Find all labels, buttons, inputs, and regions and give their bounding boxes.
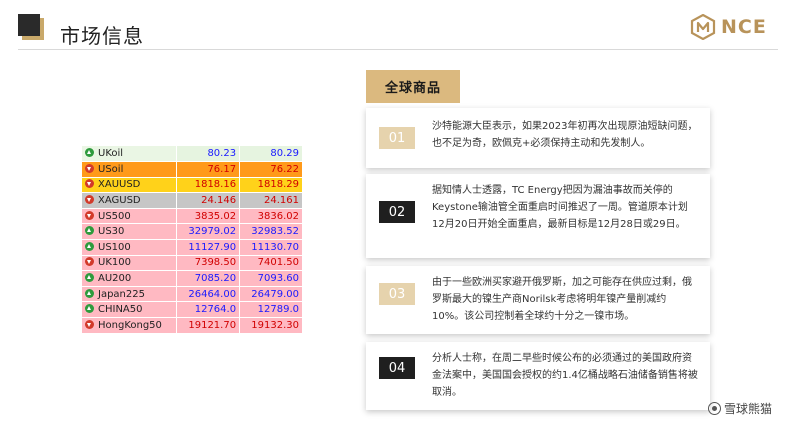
quote-symbol-label: USoil (98, 163, 124, 175)
quote-row: US30 32979.02 32983.52 (82, 223, 303, 241)
section-badge: 全球商品 (366, 70, 460, 103)
quote-bid: 24.146 (176, 192, 241, 209)
quote-symbol-label: HongKong50 (98, 319, 162, 331)
quote-ask: 1818.29 (239, 177, 303, 194)
quote-symbol: HongKong50 (82, 317, 178, 334)
quote-symbol-label: AU200 (98, 273, 132, 285)
quote-symbol-label: CHINA50 (98, 304, 143, 316)
quote-ask: 24.161 (239, 192, 303, 209)
quote-ask: 3836.02 (239, 208, 303, 225)
nce-logo-icon (690, 14, 716, 40)
arrow-up-icon (85, 148, 94, 158)
quote-ask: 76.22 (239, 161, 303, 178)
quote-symbol: CHINA50 (82, 301, 178, 319)
arrow-down-icon (85, 210, 94, 220)
quote-symbol-label: UK100 (98, 257, 131, 269)
arrow-down-icon (85, 179, 94, 189)
quote-ask: 19132.30 (239, 317, 303, 334)
quote-row: USoil 76.17 76.22 (82, 161, 303, 178)
quote-ask: 7401.50 (239, 255, 303, 272)
news-card-3: 03 由于一些欧洲买家避开俄罗斯，加之可能存在供应过剩，俄罗斯最大的镍生产商No… (366, 266, 710, 334)
quote-bid: 26464.00 (176, 286, 241, 303)
watermark: 雪球熊猫 (708, 400, 772, 417)
quote-ask: 80.29 (239, 146, 303, 163)
arrow-up-icon (85, 288, 94, 298)
quote-symbol: XAUUSD (82, 177, 178, 194)
watermark-icon (708, 402, 721, 415)
quote-symbol: Japan225 (82, 286, 178, 303)
quote-row: CHINA50 12764.0 12789.0 (82, 301, 303, 319)
quote-table: UKoil 80.23 80.29 USoil 76.17 76.22 XAUUSD 1818… (82, 146, 303, 334)
quote-symbol-label: US500 (98, 210, 131, 222)
quote-symbol: UK100 (82, 255, 178, 272)
quote-symbol-label: XAUUSD (98, 179, 141, 191)
quote-symbol: US500 (82, 208, 178, 225)
news-number: 04 (379, 357, 415, 379)
quote-bid: 7085.20 (176, 270, 241, 287)
quote-symbol: US30 (82, 223, 178, 241)
quote-bid: 76.17 (176, 161, 241, 178)
brand-logo: NCE (690, 13, 767, 41)
news-number: 01 (379, 127, 415, 149)
arrow-up-icon (85, 273, 94, 283)
quote-bid: 19121.70 (176, 317, 241, 334)
header-divider (18, 49, 778, 50)
news-card-1: 01 沙特能源大臣表示，如果2023年初再次出现原油短缺问题，也不足为奇，欧佩克… (366, 108, 710, 168)
quote-row: AU200 7085.20 7093.60 (82, 270, 303, 287)
quote-row: XAUUSD 1818.16 1818.29 (82, 177, 303, 194)
arrow-up-icon (85, 226, 94, 236)
quote-ask: 12789.0 (239, 301, 303, 319)
quote-ask: 11130.70 (239, 239, 303, 256)
quote-row: US500 3835.02 3836.02 (82, 208, 303, 225)
quote-symbol-label: US100 (98, 241, 131, 253)
quote-symbol: UKoil (82, 146, 178, 163)
quote-symbol-label: UKoil (98, 148, 124, 160)
quote-symbol: US100 (82, 239, 178, 256)
quote-symbol-label: Japan225 (98, 288, 145, 300)
quote-symbol: XAGUSD (82, 192, 178, 209)
quote-row: US100 11127.90 11130.70 (82, 239, 303, 256)
header-mark (18, 14, 44, 40)
news-text: 由于一些欧洲买家避开俄罗斯，加之可能存在供应过剩，俄罗斯最大的镍生产商Noril… (432, 277, 692, 322)
quote-row: XAGUSD 24.146 24.161 (82, 192, 303, 209)
arrow-down-icon (85, 319, 94, 329)
news-number: 02 (379, 201, 415, 223)
quote-bid: 12764.0 (176, 301, 241, 319)
quote-row: Japan225 26464.00 26479.00 (82, 286, 303, 303)
arrow-up-icon (85, 304, 94, 314)
news-text: 沙特能源大臣表示，如果2023年初再次出现原油短缺问题，也不足为奇，欧佩克+必须… (432, 121, 698, 149)
arrow-up-icon (85, 241, 94, 251)
page-title: 市场信息 (60, 24, 144, 48)
quote-bid: 32979.02 (176, 223, 241, 241)
news-text: 分析人士称，在周二早些时候公布的必须通过的美国政府资金法案中，美国国会授权的约1… (432, 353, 698, 398)
quote-ask: 32983.52 (239, 223, 303, 241)
news-card-4: 04 分析人士称，在周二早些时候公布的必须通过的美国政府资金法案中，美国国会授权… (366, 342, 710, 410)
quote-symbol-label: XAGUSD (98, 195, 141, 207)
quote-row: HongKong50 19121.70 19132.30 (82, 317, 303, 334)
quote-symbol-label: US30 (98, 226, 125, 238)
quote-symbol: AU200 (82, 270, 178, 287)
logo-text: NCE (721, 16, 767, 38)
quote-bid: 80.23 (176, 146, 241, 163)
quote-ask: 7093.60 (239, 270, 303, 287)
quote-bid: 7398.50 (176, 255, 241, 272)
quote-symbol: USoil (82, 161, 178, 178)
quote-ask: 26479.00 (239, 286, 303, 303)
arrow-down-icon (85, 195, 94, 205)
quote-row: UK100 7398.50 7401.50 (82, 255, 303, 272)
watermark-text: 雪球熊猫 (724, 402, 773, 416)
news-text: 据知情人士透露，TC Energy把因为漏油事故而关停的Keystone输油管全… (432, 185, 688, 230)
quote-bid: 3835.02 (176, 208, 241, 225)
quote-row: UKoil 80.23 80.29 (82, 146, 303, 163)
arrow-down-icon (85, 257, 94, 267)
arrow-down-icon (85, 163, 94, 173)
quote-bid: 11127.90 (176, 239, 241, 256)
news-number: 03 (379, 283, 415, 305)
quote-bid: 1818.16 (176, 177, 241, 194)
news-card-2: 02 据知情人士透露，TC Energy把因为漏油事故而关停的Keystone输… (366, 174, 710, 258)
